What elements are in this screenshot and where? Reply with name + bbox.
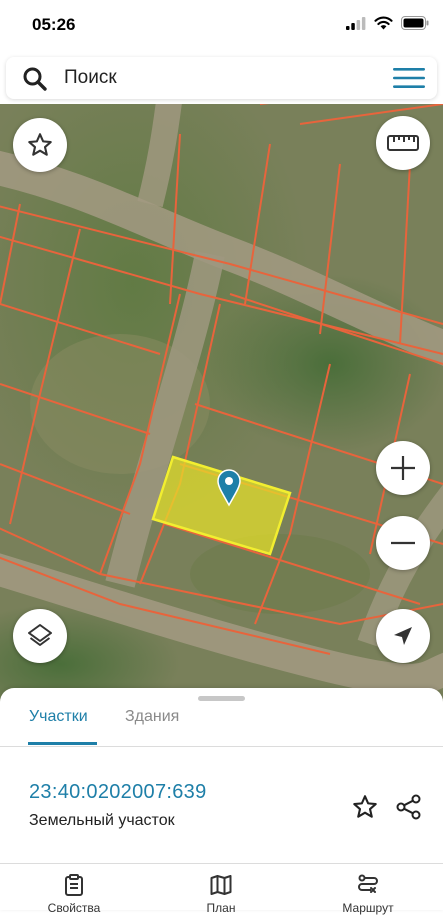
star-outline-icon: [28, 133, 52, 156]
tab-buildings[interactable]: Здания: [125, 708, 179, 726]
zoom-in-icon: [391, 456, 415, 480]
status-bar: 05:26: [0, 0, 443, 52]
zoom-in-button[interactable]: [376, 441, 430, 495]
layers-button[interactable]: [13, 609, 67, 663]
active-tab-indicator: [28, 742, 97, 745]
favorite-parcel-button[interactable]: [349, 791, 381, 823]
status-time: 05:26: [32, 15, 76, 34]
sheet-drag-handle[interactable]: [198, 696, 245, 701]
tab-parcels[interactable]: Участки: [29, 708, 88, 726]
search-bar: [6, 57, 437, 99]
layers-icon: [28, 624, 52, 646]
signal-icon: [346, 16, 366, 30]
nav-plan-label: План: [206, 901, 236, 915]
battery-icon: [401, 16, 429, 30]
search-icon[interactable]: [22, 66, 48, 92]
nav-plan[interactable]: [201, 874, 241, 898]
zoom-out-icon: [391, 541, 415, 545]
map-view[interactable]: [0, 104, 443, 704]
star-outline-icon: [353, 795, 377, 818]
share-icon: [396, 794, 421, 820]
clipboard-icon: [65, 874, 83, 896]
route-icon: [358, 874, 378, 893]
content-divider: [0, 863, 443, 864]
satellite-map[interactable]: [0, 104, 443, 704]
locate-button[interactable]: [376, 609, 430, 663]
nav-route-label: Маршрут: [342, 901, 394, 915]
tabs-divider: [0, 746, 443, 747]
hamburger-menu-icon: [393, 68, 425, 88]
ruler-button[interactable]: [376, 116, 430, 170]
bottom-sheet: Участки Здания 23:40:0202007:639 Земельн…: [0, 688, 443, 915]
map-icon: [210, 875, 232, 895]
parcel-type-label: Земельный участок: [29, 812, 175, 829]
nav-properties[interactable]: [54, 874, 94, 898]
share-parcel-button[interactable]: [393, 791, 425, 823]
status-icons: [346, 16, 429, 30]
ruler-icon: [387, 135, 419, 151]
nav-properties-label: Свойства: [47, 901, 101, 915]
search-input[interactable]: [64, 63, 364, 93]
zoom-out-button[interactable]: [376, 516, 430, 570]
parcel-cadastral-number[interactable]: 23:40:0202007:639: [29, 781, 207, 804]
favorite-map-button[interactable]: [13, 118, 67, 172]
locate-arrow-icon: [394, 627, 412, 645]
menu-button[interactable]: [387, 61, 431, 95]
wifi-icon: [374, 16, 393, 30]
nav-route[interactable]: [348, 874, 388, 898]
